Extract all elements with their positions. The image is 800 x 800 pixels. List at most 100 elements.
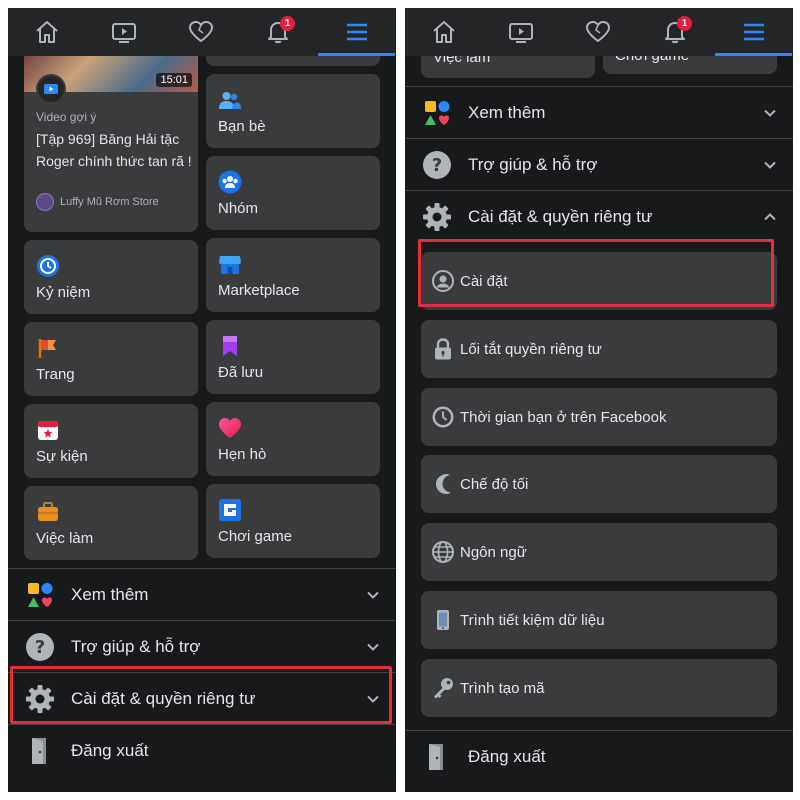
channel-name: Luffy Mũ Rơm Store xyxy=(60,196,159,208)
jobs-icon xyxy=(38,502,58,521)
dating-icon xyxy=(219,418,241,438)
help-icon: ? xyxy=(423,150,451,179)
notification-badge: 1 xyxy=(677,16,692,31)
section-see-more[interactable]: Xem thêm xyxy=(8,568,396,620)
section-label: Đăng xuất xyxy=(468,746,546,766)
nav-dating[interactable] xyxy=(162,8,239,56)
lock-icon xyxy=(435,338,451,360)
nav-home[interactable] xyxy=(8,8,85,56)
help-icon: ? xyxy=(26,632,54,661)
shortcut-saved[interactable]: Đã lưu xyxy=(206,320,380,394)
shortcut-gaming[interactable]: Chơi game xyxy=(206,484,380,558)
menu-scroll-area[interactable]: 15:01 Video gợi ý [Tập 969] Băng Hải tặc… xyxy=(8,56,396,792)
shortcut-gaming[interactable]: Chơi game xyxy=(603,56,777,74)
see-more-icon xyxy=(425,100,450,125)
chevron-down-icon xyxy=(367,591,379,599)
section-label: Xem thêm xyxy=(71,584,149,604)
menu-scroll-area[interactable]: Việc làm Chơi game Xem thêm ? Trợ giúp &… xyxy=(405,56,793,792)
channel-avatar xyxy=(36,193,54,211)
shortcut-label: Nhóm xyxy=(218,200,259,217)
section-help[interactable]: ? Trợ giúp & hỗ trợ xyxy=(405,138,793,190)
svg-text:?: ? xyxy=(35,637,45,658)
bottom-edge xyxy=(8,784,396,792)
suggested-video-card[interactable]: 15:01 Video gợi ý [Tập 969] Băng Hải tặc… xyxy=(24,56,198,232)
section-label: Cài đặt & quyền riêng tư xyxy=(468,206,653,226)
settings-item-label: Lối tắt quyền riêng tư xyxy=(460,340,602,358)
nav-dating[interactable] xyxy=(559,8,636,56)
chevron-down-icon xyxy=(764,109,776,117)
shortcut-label: Chơi game xyxy=(218,528,293,545)
section-label: Đăng xuất xyxy=(71,740,149,760)
menu-screen-right: 1 Việc làm Chơi game Xem thêm ? Trợ giúp… xyxy=(405,8,793,792)
chevron-down-icon xyxy=(764,161,776,169)
section-label: Cài đặt & quyền riêng tư xyxy=(71,688,256,708)
shortcut-marketplace[interactable]: Marketplace xyxy=(206,238,380,312)
shortcut-label: Hẹn hò xyxy=(218,446,267,463)
logout-row[interactable]: Đăng xuất xyxy=(8,724,396,776)
phone-icon xyxy=(437,610,449,630)
settings-item-time-on-facebook[interactable]: Thời gian bạn ở trên Facebook xyxy=(421,388,777,446)
profile-settings-icon xyxy=(432,270,454,292)
video-duration: 15:01 xyxy=(156,73,192,87)
menu-icon xyxy=(743,23,764,41)
section-settings-privacy[interactable]: Cài đặt & quyền riêng tư xyxy=(405,190,793,242)
memories-icon xyxy=(37,255,59,277)
shortcut-memories[interactable]: Kỷ niệm xyxy=(24,240,198,314)
settings-item-data-saver[interactable]: Trình tiết kiệm dữ liệu xyxy=(421,591,777,649)
chevron-down-icon xyxy=(367,643,379,651)
section-see-more[interactable]: Xem thêm xyxy=(405,86,793,138)
settings-item-privacy-shortcuts[interactable]: Lối tắt quyền riêng tư xyxy=(421,320,777,378)
top-navbar: 1 xyxy=(8,8,396,56)
svg-text:?: ? xyxy=(432,155,442,176)
shortcut-friends[interactable]: Bạn bè xyxy=(206,74,380,148)
logout-icon xyxy=(32,737,46,764)
shortcut-label: Việc làm xyxy=(36,530,94,547)
shortcut-jobs[interactable]: Việc làm xyxy=(24,486,198,560)
settings-gear-icon xyxy=(26,684,54,713)
shortcut-label: Trang xyxy=(36,366,75,383)
home-icon xyxy=(35,21,58,43)
shortcut-jobs[interactable]: Việc làm xyxy=(421,56,595,78)
settings-item-label: Thời gian bạn ở trên Facebook xyxy=(460,408,667,426)
moon-icon xyxy=(436,474,451,494)
shortcut-label: Marketplace xyxy=(218,282,300,299)
settings-item-dark-mode[interactable]: Chế độ tối xyxy=(421,455,777,513)
settings-item-label: Trình tạo mã xyxy=(460,679,545,697)
settings-item-language[interactable]: Ngôn ngữ xyxy=(421,523,777,581)
chevron-up-icon xyxy=(764,212,776,220)
pages-icon xyxy=(38,339,56,358)
video-kicker: Video gợi ý xyxy=(36,110,97,124)
shortcut-dating[interactable]: Hẹn hò xyxy=(206,402,380,476)
shortcut-events[interactable]: Sự kiện xyxy=(24,404,198,478)
nav-menu[interactable] xyxy=(715,8,792,56)
menu-icon xyxy=(346,23,367,41)
logout-row[interactable]: Đăng xuất xyxy=(405,730,793,782)
nav-home[interactable] xyxy=(405,8,482,56)
shortcut-groups[interactable]: Nhóm xyxy=(206,156,380,230)
events-icon xyxy=(38,421,58,440)
shortcut-label: Bạn bè xyxy=(218,118,266,135)
section-label: Trợ giúp & hỗ trợ xyxy=(71,636,201,656)
settings-item-label: Cài đặt xyxy=(460,272,508,290)
shortcut-label: Sự kiện xyxy=(36,448,88,465)
see-more-icon xyxy=(28,582,53,607)
shortcut-label: Việc làm xyxy=(433,56,491,66)
heart-icon xyxy=(188,20,213,43)
nav-watch[interactable] xyxy=(482,8,559,56)
section-help[interactable]: ? Trợ giúp & hỗ trợ xyxy=(8,620,396,672)
nav-menu[interactable] xyxy=(318,8,395,56)
settings-item-label: Chế độ tối xyxy=(460,475,529,493)
shortcut-pages[interactable]: Trang xyxy=(24,322,198,396)
nav-notifications[interactable]: 1 xyxy=(239,8,316,56)
settings-item-label: Trình tiết kiệm dữ liệu xyxy=(460,611,605,629)
settings-item-label: Ngôn ngữ xyxy=(460,543,527,561)
partial-tile[interactable] xyxy=(206,56,380,66)
nav-notifications[interactable]: 1 xyxy=(636,8,713,56)
video-icon xyxy=(508,23,533,43)
groups-icon xyxy=(218,170,242,194)
home-icon xyxy=(432,21,455,43)
nav-watch[interactable] xyxy=(85,8,162,56)
settings-item-code-generator[interactable]: Trình tạo mã xyxy=(421,659,777,717)
settings-item-settings[interactable]: Cài đặt xyxy=(421,252,777,310)
section-settings-privacy[interactable]: Cài đặt & quyền riêng tư xyxy=(8,672,396,724)
